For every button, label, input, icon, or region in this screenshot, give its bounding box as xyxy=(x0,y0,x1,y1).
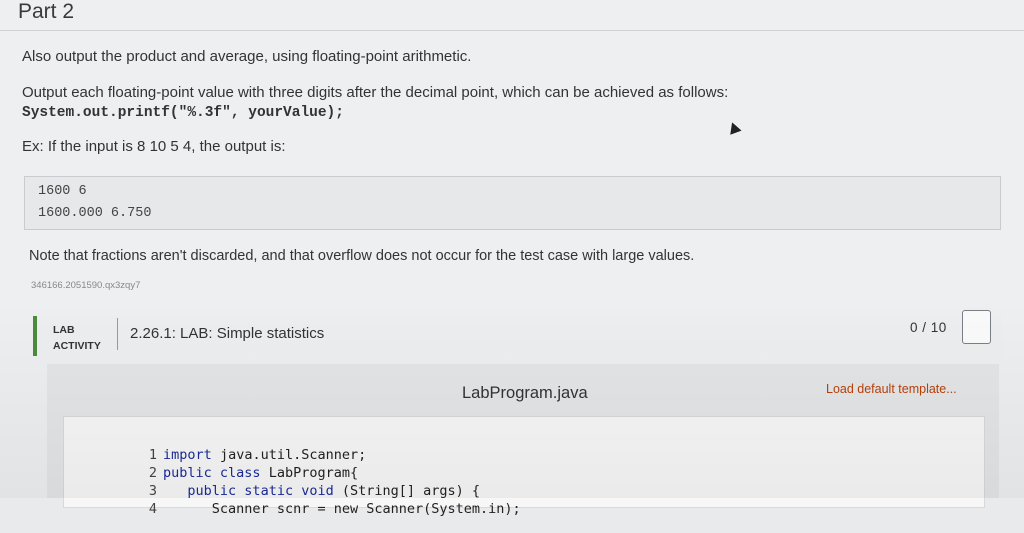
activity-identifier: 346166.2051590.qx3zqy7 xyxy=(31,280,141,291)
example-text: Ex: If the input is 8 10 5 4, the output… xyxy=(22,138,286,155)
printf-code: System.out.printf("%.3f", yourValue); xyxy=(22,105,344,121)
load-default-template-link[interactable]: Load default template... xyxy=(826,382,957,396)
lab-activity-tag: LAB ACTIVITY xyxy=(53,322,101,354)
code-line: 4 Scanner scnr = new Scanner(System.in); xyxy=(64,485,521,533)
code-editor[interactable]: 1 import java.util.Scanner; 2 public class… xyxy=(63,416,985,517)
line-number: 4 xyxy=(148,501,158,517)
divider xyxy=(0,30,1024,31)
note-text: Note that fractions aren't discarded, an… xyxy=(29,248,695,264)
file-name: LabProgram.java xyxy=(462,384,588,402)
lab-divider xyxy=(117,318,118,350)
score-text: 0 / 10 xyxy=(910,320,947,335)
page: Part 2 Also output the product and avera… xyxy=(0,0,1024,517)
sample-output-line: 1600.000 6.750 xyxy=(38,206,152,221)
editor-header: LabProgram.java Load default template... xyxy=(47,364,999,412)
instruction-text: Also output the product and average, usi… xyxy=(22,48,472,65)
lab-editor-panel: LabProgram.java Load default template...… xyxy=(47,364,999,517)
lab-title: 2.26.1: LAB: Simple statistics xyxy=(130,325,325,342)
code-text: Scanner scnr = new Scanner(System.in); xyxy=(163,501,521,517)
lab-tag-line: ACTIVITY xyxy=(53,340,101,352)
mouse-cursor-icon xyxy=(726,120,742,135)
lab-tag-line: LAB xyxy=(53,324,75,336)
sample-output-box: 1600 6 1600.000 6.750 xyxy=(24,176,1001,230)
instruction-text: Output each floating-point value with th… xyxy=(22,84,729,101)
sample-output-line: 1600 6 xyxy=(38,184,87,199)
completion-box-icon xyxy=(962,310,991,344)
lab-activity-header: LAB ACTIVITY 2.26.1: LAB: Simple statist… xyxy=(33,310,1003,356)
part-title: Part 2 xyxy=(18,0,75,23)
